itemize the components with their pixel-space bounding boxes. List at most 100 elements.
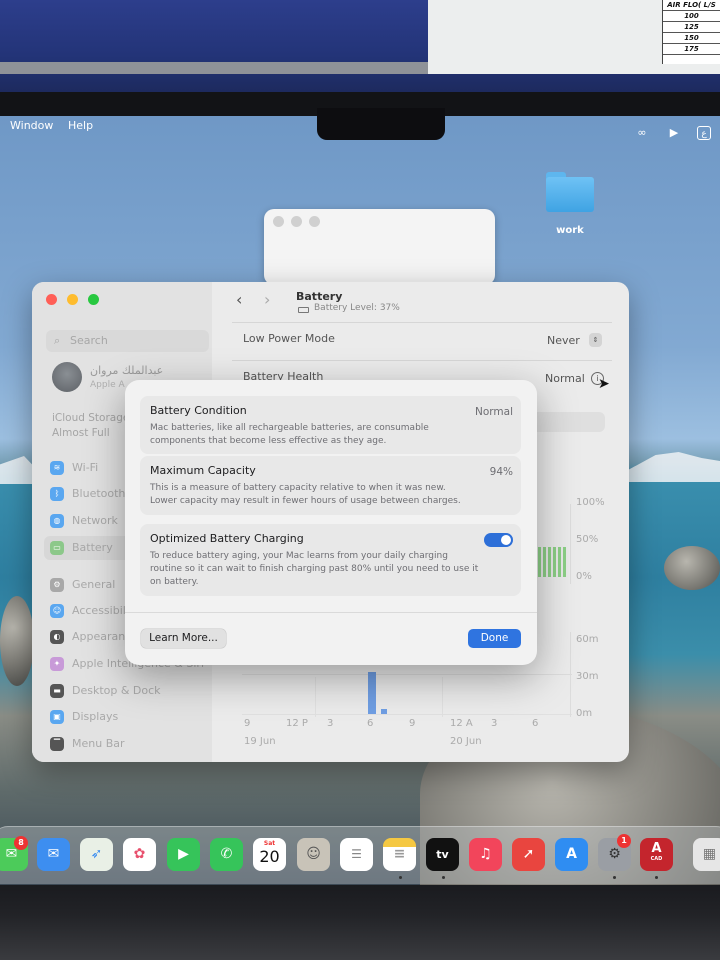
battery-level-bars bbox=[538, 547, 568, 577]
maps-icon[interactable]: ➶ bbox=[80, 838, 113, 871]
bluetooth-icon: ᛒ bbox=[50, 487, 64, 501]
battery-level-icon bbox=[298, 307, 309, 313]
back-chevron-icon[interactable]: ‹ bbox=[236, 290, 242, 309]
usage-bar bbox=[368, 672, 376, 714]
folder-icon[interactable] bbox=[546, 172, 594, 212]
photos-icon[interactable]: ✿ bbox=[123, 838, 156, 871]
paper-table-cell: 150 bbox=[663, 33, 720, 44]
rock bbox=[0, 596, 34, 686]
running-indicator bbox=[655, 876, 658, 879]
search-icon: ⌕ bbox=[54, 334, 61, 347]
avatar[interactable] bbox=[52, 362, 82, 392]
axis-label: 0% bbox=[576, 571, 592, 582]
axis-label: 0m bbox=[576, 708, 593, 719]
battery-icon: ▭ bbox=[50, 541, 64, 555]
autocad-sub: CAD bbox=[650, 856, 663, 862]
play-icon[interactable]: ▶ bbox=[667, 126, 681, 140]
reminders-icon[interactable]: ☰ bbox=[340, 838, 373, 871]
facetime-icon[interactable]: ▶ bbox=[167, 838, 200, 871]
icloud-warning-line1[interactable]: iCloud Storage bbox=[52, 412, 129, 424]
sidebar-item-menu-bar[interactable]: ▔ Menu Bar bbox=[44, 732, 209, 756]
learn-more-button[interactable]: Learn More... bbox=[141, 629, 226, 648]
paper-table: AIR FLO( L/S 100 125 150 175 bbox=[662, 0, 720, 64]
wifi-icon: ≋ bbox=[50, 461, 64, 475]
x-tick: 3 bbox=[327, 718, 334, 729]
maximum-capacity-value: 94% bbox=[489, 466, 513, 478]
search-input[interactable]: ⌕ Search bbox=[46, 330, 209, 352]
maximum-capacity-desc: This is a measure of battery capacity re… bbox=[150, 483, 461, 506]
optimized-charging-toggle[interactable] bbox=[484, 533, 513, 547]
music-icon[interactable]: ♫ bbox=[469, 838, 502, 871]
creative-cloud-icon[interactable]: ∞ bbox=[635, 126, 649, 140]
apple-tv-icon[interactable]: tv bbox=[426, 838, 459, 871]
paper-table-cell: 100 bbox=[663, 11, 720, 22]
finder-partial-icon[interactable]: ▦ bbox=[693, 838, 720, 871]
running-indicator bbox=[442, 876, 445, 879]
page-title: Battery bbox=[296, 290, 343, 303]
low-power-label: Low Power Mode bbox=[243, 332, 335, 345]
autocad-icon[interactable]: A CAD bbox=[640, 838, 673, 871]
battery-condition-desc: Mac batteries, like all rechargeable bat… bbox=[150, 423, 429, 446]
calendar-icon[interactable]: Sat 20 bbox=[253, 838, 286, 871]
usage-bar bbox=[381, 709, 387, 714]
rock bbox=[664, 546, 720, 590]
notes-icon[interactable]: ≡ bbox=[383, 838, 416, 871]
input-source-icon[interactable]: ع bbox=[697, 126, 711, 140]
background-window[interactable] bbox=[264, 209, 495, 285]
battery-condition-card: Battery Condition Normal Mac batteries, … bbox=[140, 396, 521, 454]
zoom-icon[interactable] bbox=[88, 294, 99, 305]
maximum-capacity-card: Maximum Capacity 94% This is a measure o… bbox=[140, 456, 521, 515]
axis-label: 50% bbox=[576, 534, 599, 545]
sidebar-item-desktop-dock[interactable]: ▬ Desktop & Dock bbox=[44, 679, 209, 703]
axis-label: 60m bbox=[576, 634, 599, 645]
zoom-icon[interactable] bbox=[309, 216, 320, 227]
battery-health-value: Normal bbox=[545, 372, 585, 385]
x-tick: 9 bbox=[244, 718, 251, 729]
close-icon[interactable] bbox=[273, 216, 284, 227]
paper-table-header: AIR FLO( L/S bbox=[663, 0, 720, 11]
x-date: 19 Jun bbox=[244, 736, 276, 747]
page-subtitle: Battery Level: 37% bbox=[314, 303, 400, 313]
mouse-pointer-icon: ➤ bbox=[598, 376, 610, 392]
apple-intelligence-icon: ✦ bbox=[50, 657, 64, 671]
display-icon: ▣ bbox=[50, 710, 64, 724]
low-power-select[interactable]: Never bbox=[547, 334, 580, 347]
menubar-icon: ▔ bbox=[50, 737, 64, 751]
contacts-icon[interactable]: ☺ bbox=[297, 838, 330, 871]
axis-label: 100% bbox=[576, 497, 605, 508]
x-tick: 6 bbox=[532, 718, 539, 729]
menu-window[interactable]: Window bbox=[10, 119, 53, 132]
x-tick: 9 bbox=[409, 718, 416, 729]
x-tick: 12 A bbox=[450, 718, 473, 729]
minimize-icon[interactable] bbox=[67, 294, 78, 305]
optimized-charging-desc: To reduce battery aging, your Mac learns… bbox=[150, 551, 479, 587]
camera-notch bbox=[317, 108, 445, 140]
calendar-date: 20 bbox=[259, 847, 280, 866]
rocket-icon[interactable]: ➚ bbox=[512, 838, 545, 871]
running-indicator bbox=[613, 876, 616, 879]
battery-condition-value: Normal bbox=[475, 406, 513, 418]
sidebar-item-displays[interactable]: ▣ Displays bbox=[44, 705, 209, 729]
minimize-icon[interactable] bbox=[291, 216, 302, 227]
app-store-icon[interactable]: A bbox=[555, 838, 588, 871]
mail-icon[interactable]: ✉ bbox=[37, 838, 70, 871]
screen-bezel-bottom bbox=[0, 885, 720, 960]
battery-health-sheet: Battery Condition Normal Mac batteries, … bbox=[125, 380, 537, 665]
optimized-charging-title: Optimized Battery Charging bbox=[150, 532, 304, 545]
forward-chevron-icon[interactable]: › bbox=[264, 290, 270, 309]
menu-help[interactable]: Help bbox=[68, 119, 93, 132]
select-chevron-icon[interactable]: ⇕ bbox=[589, 333, 602, 347]
phone-icon[interactable]: ✆ bbox=[210, 838, 243, 871]
appearance-icon: ◐ bbox=[50, 630, 64, 644]
x-tick: 12 P bbox=[286, 718, 308, 729]
close-icon[interactable] bbox=[46, 294, 57, 305]
messages-badge: 8 bbox=[14, 836, 28, 850]
user-name[interactable]: عبدالملك مروان bbox=[90, 364, 163, 377]
folder-label[interactable]: work bbox=[540, 225, 600, 236]
paper-table-cell: 175 bbox=[663, 44, 720, 55]
x-tick: 6 bbox=[367, 718, 374, 729]
done-button[interactable]: Done bbox=[468, 629, 521, 648]
user-subtitle: Apple A bbox=[90, 380, 125, 390]
system-settings-badge: 1 bbox=[617, 834, 631, 848]
optimized-charging-card: Optimized Battery Charging To reduce bat… bbox=[140, 524, 521, 596]
